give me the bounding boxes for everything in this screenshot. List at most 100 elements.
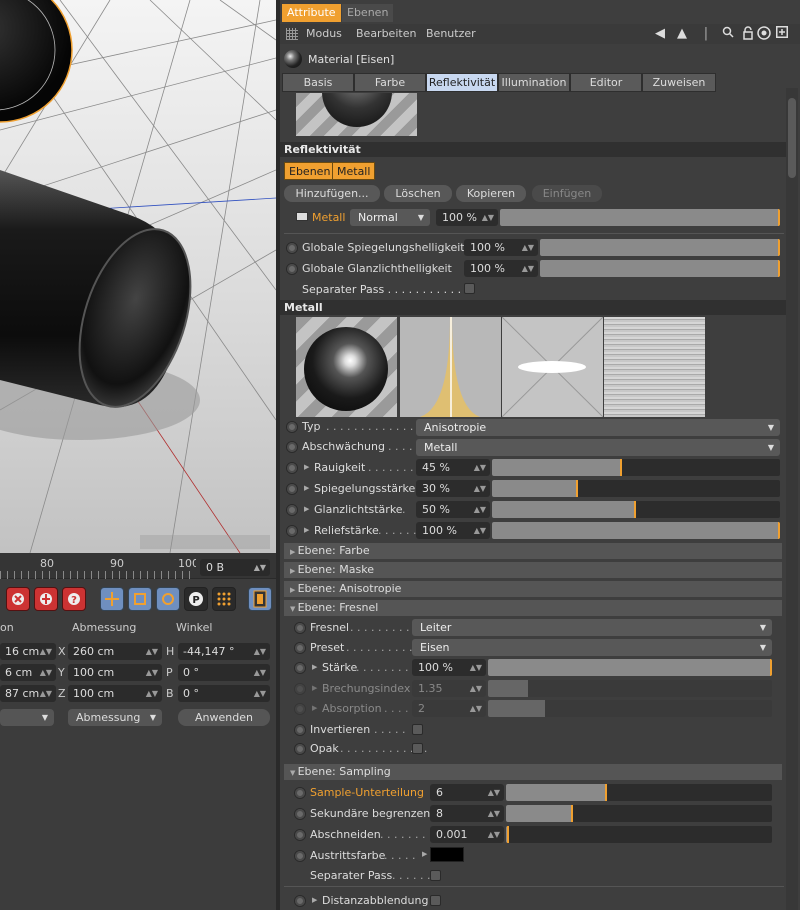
eye-icon[interactable] (296, 212, 308, 221)
rotation-h-field[interactable]: -44,147 ° ▲▼ (178, 643, 270, 660)
stepper-icon[interactable]: ▲▼ (474, 480, 486, 497)
animate-radio[interactable] (294, 622, 306, 634)
secondary-limit-field[interactable]: 8 ▲▼ (430, 805, 504, 822)
stepper-icon[interactable]: ▲▼ (40, 664, 52, 681)
secondary-limit-slider[interactable] (506, 805, 772, 822)
opaque-checkbox[interactable] (412, 743, 423, 754)
paste-layer-button[interactable]: Einfügen (532, 185, 602, 202)
animate-radio[interactable] (286, 242, 298, 254)
stepper-icon[interactable]: ▲▼ (40, 685, 52, 702)
separate-pass-checkbox[interactable] (464, 283, 475, 294)
fresnel-select[interactable]: Leiter ▼ (412, 619, 772, 636)
animate-radio[interactable] (286, 441, 298, 453)
target-icon[interactable] (756, 26, 772, 42)
cutoff-slider[interactable] (506, 826, 772, 843)
fold-maske[interactable]: ▶ Ebene: Maske (284, 562, 782, 578)
roughness-slider[interactable] (492, 459, 780, 476)
grip-icon[interactable] (286, 28, 298, 40)
keyframe-icon[interactable] (34, 587, 58, 611)
tab-reflektivitaet[interactable]: Reflektivität (426, 73, 498, 92)
frame-field[interactable]: 0 B ▲▼ (200, 559, 270, 576)
global-spec-slider[interactable] (540, 239, 780, 256)
tab-ebenen[interactable]: Ebenen (342, 4, 394, 22)
menu-modus[interactable]: Modus (306, 27, 342, 40)
highlight-strength-field[interactable]: 50 % ▲▼ (416, 501, 490, 518)
size-y-field[interactable]: 100 cm ▲▼ (68, 664, 162, 681)
help-icon[interactable]: ? (62, 587, 86, 611)
expand-triangle-icon[interactable]: ▶ (312, 663, 317, 671)
stepper-icon[interactable]: ▲▼ (254, 643, 266, 660)
stepper-icon[interactable]: ▲▼ (522, 260, 534, 277)
sampling-separate-pass-checkbox[interactable] (430, 870, 441, 881)
stepper-icon[interactable]: ▲▼ (470, 680, 482, 697)
animate-radio[interactable] (294, 787, 306, 799)
material-preview[interactable] (296, 93, 417, 136)
up-arrow-icon[interactable]: ▲ (674, 26, 690, 42)
reflection-strength-slider[interactable] (492, 480, 780, 497)
stepper-icon[interactable]: ▲▼ (488, 784, 500, 801)
tab-illumination[interactable]: Illumination (498, 73, 570, 92)
tab-basis[interactable]: Basis (282, 73, 354, 92)
viewport-3d[interactable] (0, 0, 276, 553)
exit-color-swatch[interactable] (430, 847, 464, 862)
expand-triangle-icon[interactable]: ▶ (304, 526, 309, 534)
size-z-field[interactable]: 100 cm ▲▼ (68, 685, 162, 702)
preset-select[interactable]: Eisen ▼ (412, 639, 772, 656)
expand-triangle-icon[interactable]: ▶ (312, 896, 317, 904)
expand-triangle-icon[interactable]: ▶ (422, 850, 427, 858)
stepper-icon[interactable]: ▲▼ (488, 826, 500, 843)
sphere-preview[interactable] (296, 317, 397, 417)
position-y-field[interactable]: 6 cm ▲▼ (0, 664, 56, 681)
position-z-field[interactable]: 87 cm ▲▼ (0, 685, 56, 702)
invert-checkbox[interactable] (412, 724, 423, 735)
stepper-icon[interactable]: ▲▼ (146, 664, 158, 681)
animate-radio[interactable] (294, 703, 306, 715)
stepper-icon[interactable]: ▲▼ (474, 501, 486, 518)
expand-triangle-icon[interactable]: ▶ (304, 484, 309, 492)
fold-fresnel[interactable]: ▼ Ebene: Fresnel (284, 600, 782, 616)
fold-sampling[interactable]: ▼ Ebene: Sampling (284, 764, 782, 780)
stepper-icon[interactable]: ▲▼ (254, 685, 266, 702)
metall-layer-button[interactable]: Metall (332, 162, 376, 180)
strength-slider[interactable] (488, 659, 772, 676)
global-spec-field[interactable]: 100 % ▲▼ (464, 239, 538, 256)
move-icon[interactable] (100, 587, 124, 611)
reflection-strength-field[interactable]: 30 % ▲▼ (416, 480, 490, 497)
stepper-icon[interactable]: ▲▼ (146, 685, 158, 702)
animate-radio[interactable] (294, 683, 306, 695)
animate-radio[interactable] (294, 724, 306, 736)
rotation-b-field[interactable]: 0 ° ▲▼ (178, 685, 270, 702)
stepper-icon[interactable]: ▲▼ (474, 459, 486, 476)
animate-radio[interactable] (286, 483, 298, 495)
cutoff-field[interactable]: 0.001 ▲▼ (430, 826, 504, 843)
animate-radio[interactable] (294, 662, 306, 674)
stepper-icon[interactable]: ▲▼ (482, 209, 494, 226)
stepper-icon[interactable]: ▲▼ (474, 522, 486, 539)
layer-opacity-slider[interactable] (500, 209, 780, 226)
back-arrow-icon[interactable]: ◀ (652, 26, 668, 42)
animate-radio[interactable] (294, 895, 306, 907)
fold-farbe[interactable]: ▶ Ebene: Farbe (284, 543, 782, 559)
timeline[interactable]: 80 90 100 0 B ▲▼ (0, 553, 276, 579)
stepper-icon[interactable]: ▲▼ (146, 643, 158, 660)
layers-button[interactable]: Ebenen (284, 162, 336, 180)
new-window-icon[interactable] (774, 26, 790, 42)
stepper-icon[interactable]: ▲▼ (40, 643, 52, 660)
distribution-preview[interactable] (400, 317, 501, 417)
rotation-p-field[interactable]: 0 ° ▲▼ (178, 664, 270, 681)
add-layer-button[interactable]: Hinzufügen... (284, 185, 380, 202)
points-icon[interactable] (212, 587, 236, 611)
menu-bearbeiten[interactable]: Bearbeiten (356, 27, 416, 40)
tab-attribute[interactable]: Attribute (282, 4, 341, 22)
delete-layer-button[interactable]: Löschen (384, 185, 452, 202)
animate-radio[interactable] (294, 642, 306, 654)
roughness-field[interactable]: 45 % ▲▼ (416, 459, 490, 476)
lock-icon[interactable] (740, 26, 756, 42)
tab-zuweisen[interactable]: Zuweisen (642, 73, 716, 92)
global-gloss-field[interactable]: 100 % ▲▼ (464, 260, 538, 277)
expand-triangle-icon[interactable]: ▶ (312, 704, 317, 712)
bump-strength-field[interactable]: 100 % ▲▼ (416, 522, 490, 539)
distance-dim-checkbox[interactable] (430, 895, 441, 906)
apply-button[interactable]: Anwenden (178, 709, 270, 726)
stepper-icon[interactable]: ▲▼ (254, 664, 266, 681)
